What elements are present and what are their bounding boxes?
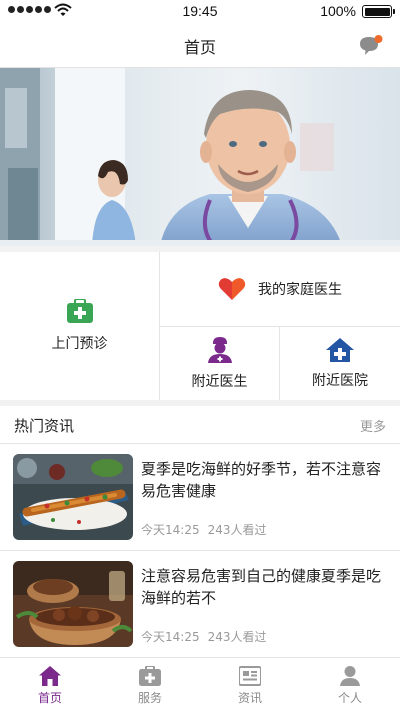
nearby-doctor-button[interactable]: 附近医生 [160, 327, 279, 400]
nearby-doctor-label: 附近医生 [191, 373, 248, 390]
news-section-title: 热门资讯 [14, 417, 75, 435]
news-item-views: 243人看过 [207, 630, 267, 644]
news-item-time: 今天14:25 [141, 630, 200, 644]
medical-kit-icon [66, 299, 93, 323]
news-more-link[interactable]: 更多 [360, 416, 386, 435]
nurse-icon [207, 336, 232, 363]
page-title: 首页 [183, 38, 216, 57]
home-visit-button[interactable]: 上门预诊 [0, 252, 159, 400]
battery-icon [362, 5, 395, 18]
tab-home-label: 首页 [37, 691, 62, 705]
news-item-time: 今天14:25 [141, 523, 200, 537]
tab-service-label: 服务 [137, 691, 162, 705]
news-thumbnail-braised-dish [13, 561, 133, 647]
nav-bar: 首页 [0, 22, 400, 68]
news-item-title: 夏季是吃海鲜的好季节，若不注意容易危害健康 [141, 460, 382, 500]
tab-home[interactable]: 首页 [0, 658, 100, 711]
status-bar: 19:45 100% [0, 0, 400, 22]
tab-profile-label: 个人 [337, 691, 362, 705]
newspaper-icon [239, 666, 261, 686]
news-section-header: 热门资讯 更多 [0, 406, 400, 444]
home-visit-label: 上门预诊 [51, 336, 108, 352]
news-list-item[interactable]: 注意容易危害到自己的健康夏季是吃海鲜的若不 今天14:25 243人看过 [0, 551, 400, 657]
family-doctor-label: 我的家庭医生 [258, 282, 342, 298]
battery-percent: 100% [320, 3, 356, 19]
home-icon [39, 666, 61, 686]
heart-icon [218, 278, 246, 300]
news-item-meta: 今天14:25 243人看过 [141, 521, 267, 538]
tab-profile[interactable]: 个人 [300, 658, 400, 711]
service-kit-icon [139, 666, 161, 686]
grid-divider [279, 327, 280, 400]
news-item-views: 243人看过 [207, 523, 267, 537]
nearby-hospital-button[interactable]: 附近医院 [280, 327, 400, 400]
tab-news[interactable]: 资讯 [200, 658, 300, 711]
news-thumbnail-seafood-skewer [13, 454, 133, 540]
tab-bar: 首页 服务 资讯 个人 [0, 657, 400, 711]
tab-news-label: 资讯 [237, 691, 262, 705]
banner-image[interactable] [0, 68, 400, 246]
nearby-hospital-label: 附近医院 [312, 372, 368, 389]
chat-bubble-icon[interactable] [358, 34, 384, 58]
news-item-title: 注意容易危害到自己的健康夏季是吃海鲜的若不 [141, 567, 382, 607]
grid-divider [160, 326, 400, 327]
family-doctor-button[interactable]: 我的家庭医生 [160, 252, 400, 326]
person-icon [340, 666, 360, 686]
tab-service[interactable]: 服务 [100, 658, 200, 711]
quick-actions-grid: 上门预诊 我的家庭医生 附近医生 附近医院 [0, 252, 400, 400]
news-item-meta: 今天14:25 243人看过 [141, 628, 267, 645]
news-list-item[interactable]: 夏季是吃海鲜的好季节，若不注意容易危害健康 今天14:25 243人看过 [0, 444, 400, 550]
banner-doctor-illustration [0, 68, 400, 246]
hospital-icon [326, 337, 354, 362]
